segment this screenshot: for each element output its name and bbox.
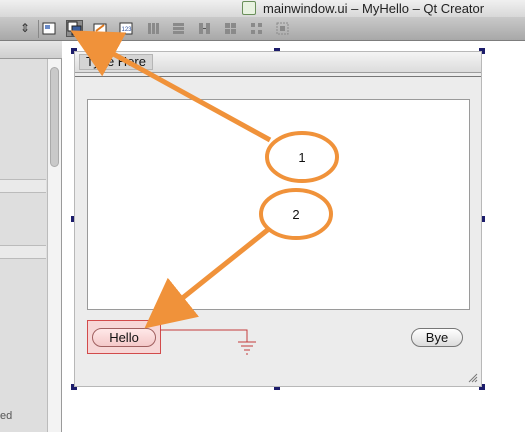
callout-label-1: 1 — [298, 150, 305, 165]
qt-creator-window: mainwindow.ui – MyHello – Qt Creator ⇕ 1… — [0, 0, 525, 432]
callout-arrow-2 — [144, 226, 272, 329]
annotation-overlay: 1 2 — [70, 30, 339, 329]
callout-label-2: 2 — [292, 207, 299, 222]
callout-arrow-1 — [70, 30, 272, 143]
